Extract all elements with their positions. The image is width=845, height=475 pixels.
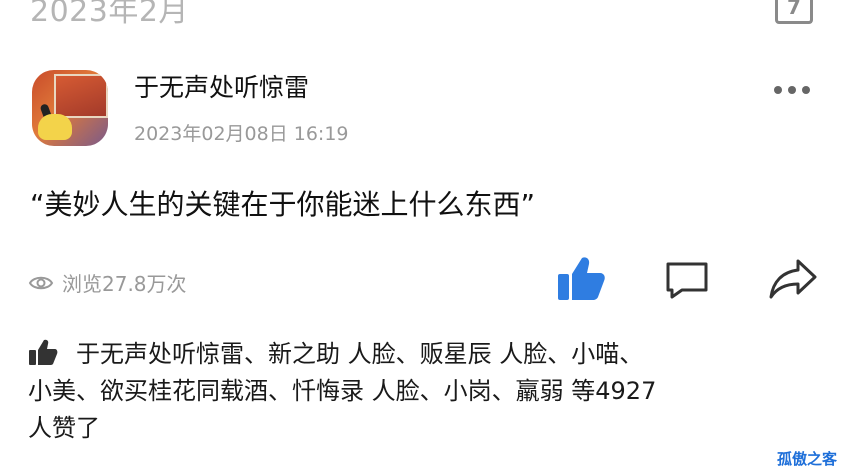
share-icon[interactable]	[768, 258, 818, 300]
likes-list: 于无声处听惊雷、新之助 人脸、贩星辰 人脸、小喵、 小美、欲买桂花同载酒、忏悔录…	[28, 336, 818, 447]
month-header: 2023年2月	[30, 0, 189, 29]
username[interactable]: 于无声处听惊雷	[134, 68, 309, 104]
more-icon[interactable]	[772, 80, 812, 100]
avatar[interactable]	[32, 70, 108, 146]
eye-icon	[28, 276, 54, 289]
thumb-icon	[29, 339, 58, 365]
likes-line-3: 人赞了	[28, 414, 100, 442]
comment-icon[interactable]	[664, 260, 710, 300]
watermark: 孤傲之客	[776, 450, 837, 468]
likes-line-1: 于无声处听惊雷、新之助 人脸、贩星辰 人脸、小喵、	[28, 336, 818, 373]
view-count-text: 浏览27.8万次	[62, 272, 187, 296]
post-text: “美妙人生的关键在于你能迷上什么东西”	[30, 188, 536, 221]
likes-line-2[interactable]: 小美、欲买桂花同载酒、忏悔录 人脸、小岗、羸弱 等4927	[28, 373, 818, 410]
view-count: 浏览27.8万次	[28, 268, 187, 297]
post-timestamp: 2023年02月08日 16:19	[134, 123, 349, 145]
like-icon[interactable]	[556, 254, 606, 302]
calendar-icon[interactable]: 7	[775, 0, 813, 24]
